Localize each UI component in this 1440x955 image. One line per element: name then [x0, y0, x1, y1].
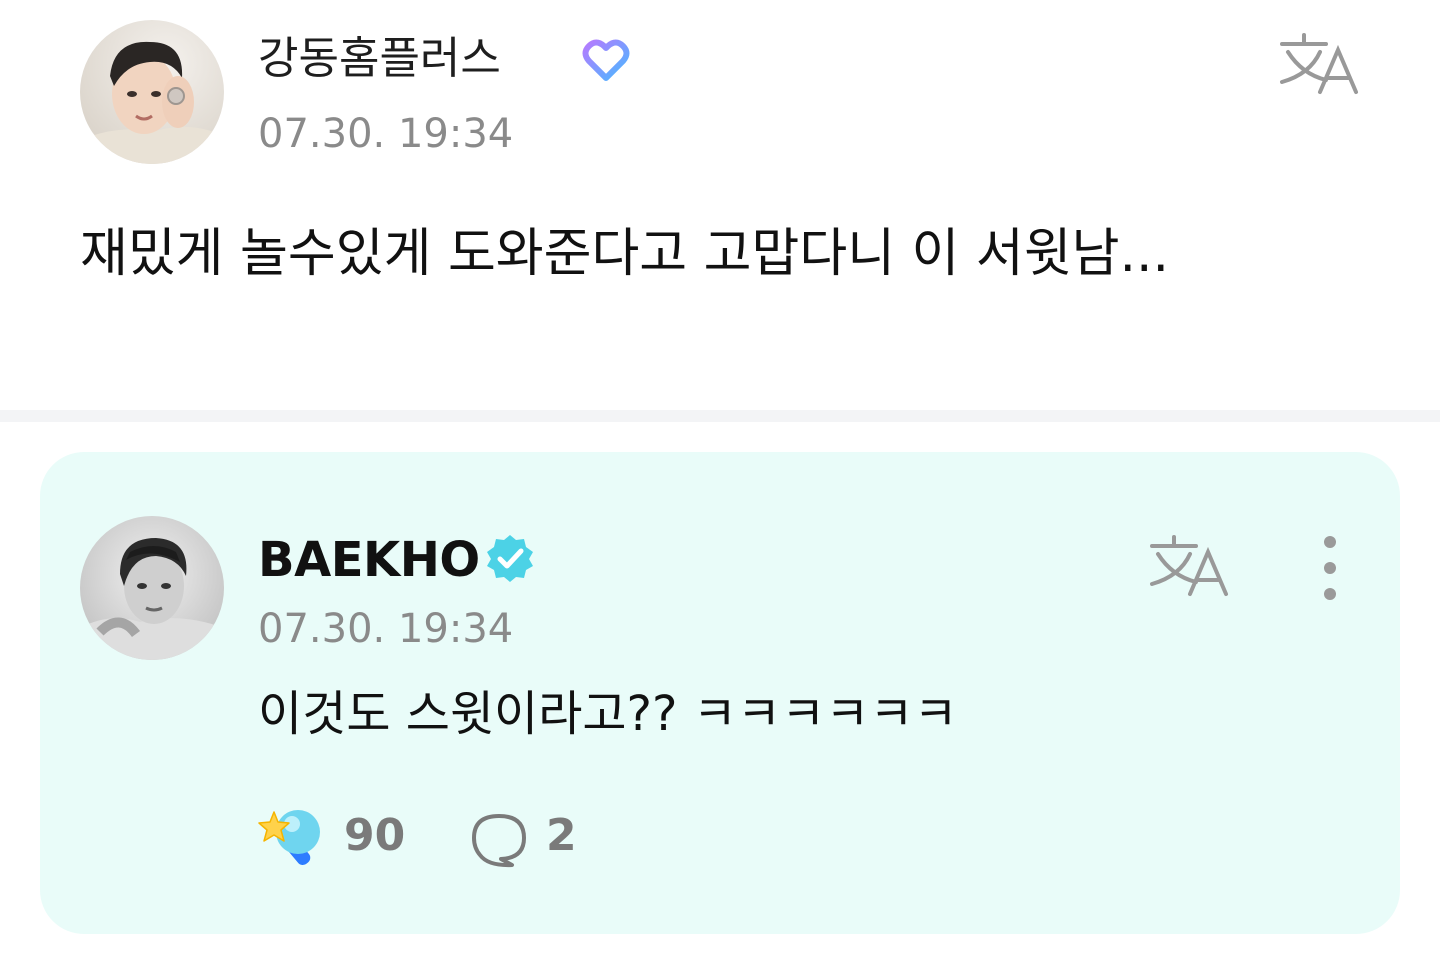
fan-name[interactable]: 강동홈플러스 [258, 33, 501, 85]
more-vertical-icon[interactable] [1306, 532, 1354, 604]
artist-reply-card: BAEKHO 07.30. 19:34 이것도 스윗이라고?? ㅋㅋㅋㅋㅋㅋ 9… [40, 452, 1400, 934]
artist-name[interactable]: BAEKHO [258, 532, 480, 588]
fan-heart-badge-icon [580, 34, 632, 86]
post-detail-page: 강동홈플러스 07.30. 19:34 재밌게 놀수있게 도와준다고 고맙다니 … [0, 0, 1440, 955]
fan-post-time: 07.30. 19:34 [258, 111, 514, 157]
reaction-bar: 90 2 [258, 802, 658, 872]
fan-avatar[interactable] [80, 20, 224, 164]
comment-icon[interactable] [468, 810, 530, 868]
cheer-count: 90 [344, 810, 406, 861]
section-divider [0, 410, 1440, 422]
artist-avatar[interactable] [80, 516, 224, 660]
reply-text: 이것도 스윗이라고?? ㅋㅋㅋㅋㅋㅋ [258, 686, 958, 742]
comment-count: 2 [546, 810, 577, 861]
translate-icon[interactable] [1146, 532, 1232, 598]
verified-badge-icon [484, 532, 536, 584]
fan-post: 강동홈플러스 07.30. 19:34 재밌게 놀수있게 도와준다고 고맙다니 … [0, 0, 1440, 410]
fan-post-text: 재밌게 놀수있게 도와준다고 고맙다니 이 서윗남... [80, 224, 1170, 284]
cheer-lightstick-icon[interactable] [258, 806, 328, 868]
reply-time: 07.30. 19:34 [258, 606, 514, 652]
translate-icon[interactable] [1276, 30, 1362, 96]
